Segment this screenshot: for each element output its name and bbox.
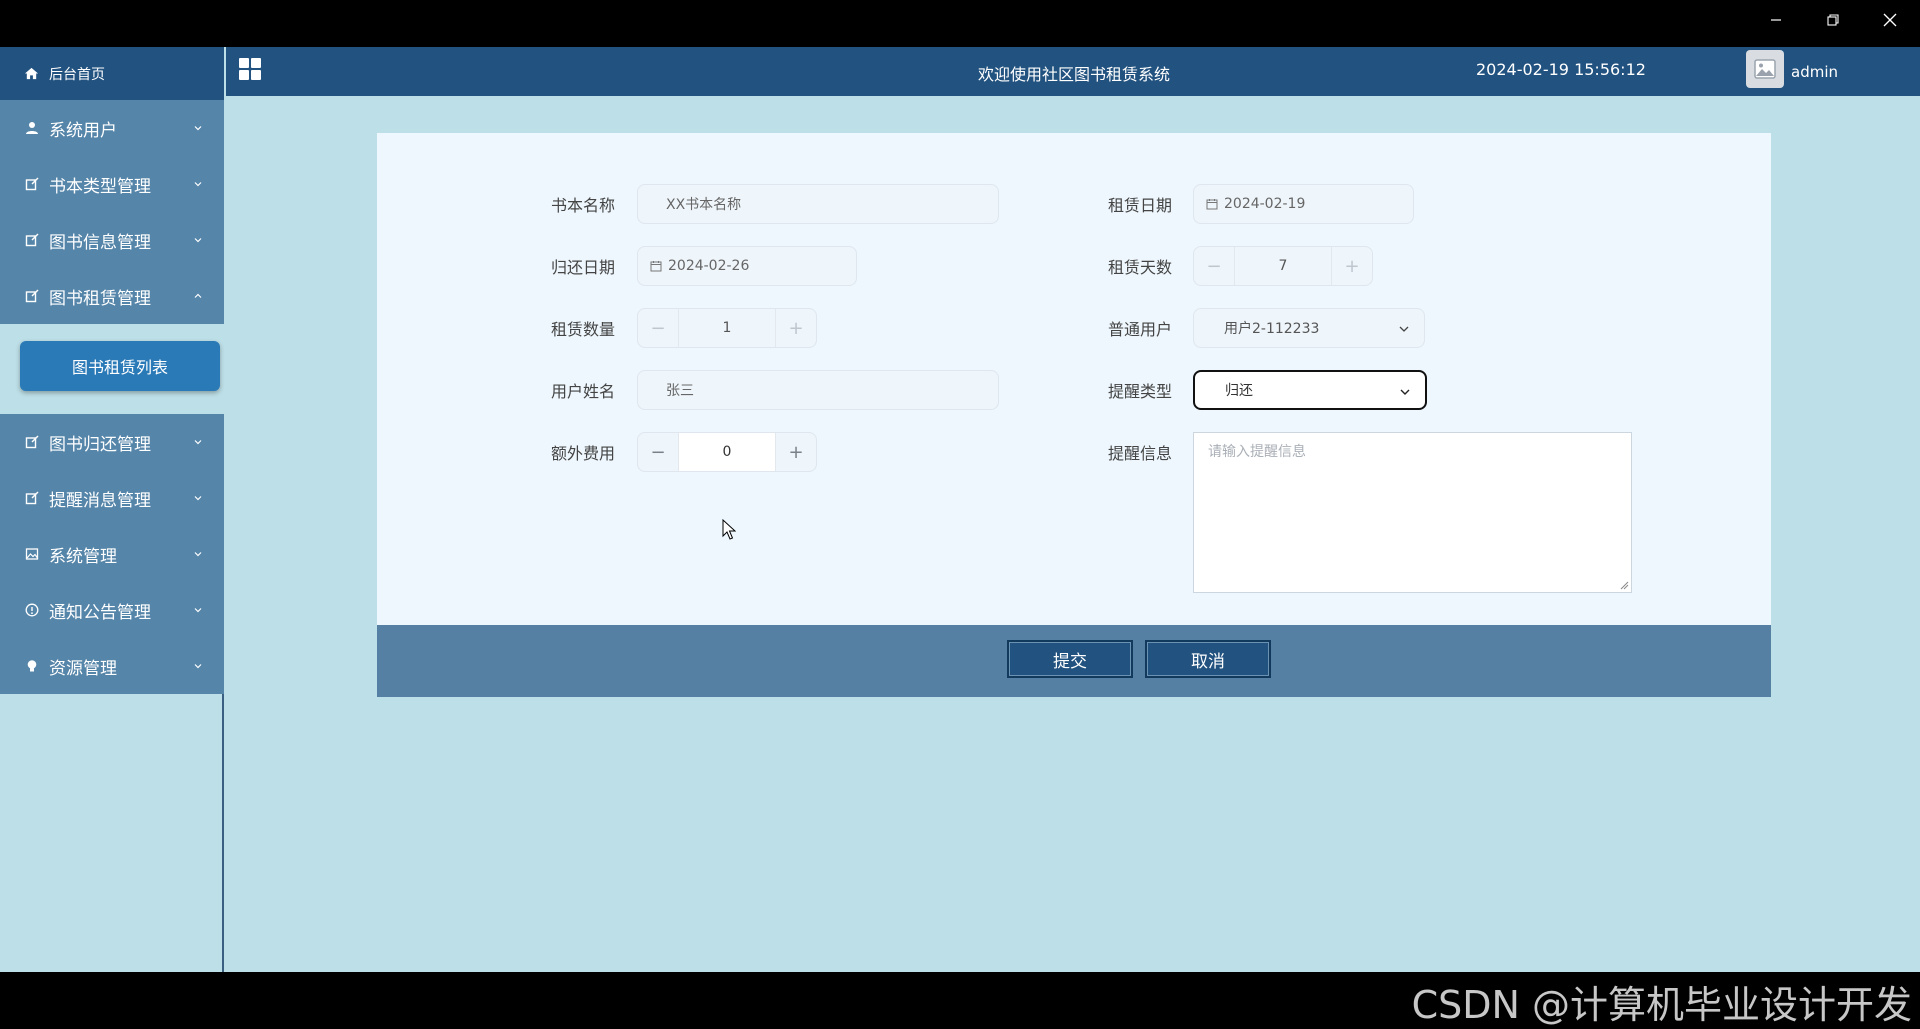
resize-handle-icon[interactable] [1619,580,1629,590]
edit-square-icon [24,232,40,248]
calendar-icon [1206,199,1218,210]
rent-date-label: 租赁日期 [1108,196,1173,215]
sidebar-home-label: 后台首页 [49,66,105,83]
rent-days-stepper[interactable]: − 7 + [1193,246,1373,286]
restore-icon[interactable] [1813,8,1853,32]
sidebar-item-book-type[interactable]: 书本类型管理 [0,156,224,212]
edit-square-icon [24,288,40,304]
return-date-value: 2024-02-26 [668,258,750,274]
chevron-down-icon [194,440,202,445]
page-title: 欢迎使用社区图书租赁系统 [978,65,1171,84]
return-date-label: 归还日期 [551,258,616,277]
rent-qty-value[interactable]: 1 [678,309,776,347]
rent-date-picker[interactable]: 2024-02-19 [1193,184,1414,224]
chevron-down-icon [194,182,202,187]
sidebar-item-label: 图书归还管理 [49,434,151,455]
normal-user-select[interactable]: 用户2-112233 [1193,308,1425,348]
rent-date-value: 2024-02-19 [1224,196,1306,212]
sidebar-item-label: 系统用户 [49,120,117,141]
remind-info-textarea[interactable]: 请输入提醒信息 [1193,432,1632,593]
user-name-label: 用户姓名 [551,382,616,401]
rent-days-label: 租赁天数 [1108,258,1173,277]
rent-qty-stepper[interactable]: − 1 + [637,308,817,348]
sidebar-subitem-rental-list[interactable]: 图书租赁列表 [20,341,220,391]
sidebar-item-label: 图书租赁管理 [49,288,151,309]
sidebar-item-label: 提醒消息管理 [49,490,151,511]
sidebar-item-label: 系统管理 [49,546,117,567]
sidebar-item-label: 图书信息管理 [49,232,151,253]
cancel-button[interactable]: 取消 [1145,640,1271,678]
submit-button[interactable]: 提交 [1007,640,1133,678]
remind-type-label: 提醒类型 [1108,382,1173,401]
rent-days-value[interactable]: 7 [1234,247,1332,285]
edit-square-icon [24,490,40,506]
top-header: 欢迎使用社区图书租赁系统 2024-02-19 15:56:12 admin [226,47,1920,96]
sidebar-item-reminders[interactable]: 提醒消息管理 [0,470,224,526]
sidebar-item-label: 资源管理 [49,658,117,679]
minimize-icon[interactable] [1756,8,1796,32]
chevron-down-icon [1400,389,1410,395]
sidebar-item-resources[interactable]: 资源管理 [0,638,224,694]
sidebar-item-system-users[interactable]: 系统用户 [0,100,224,156]
remind-info-label: 提醒信息 [1108,444,1173,463]
picture-icon [1754,59,1776,79]
book-name-label: 书本名称 [551,196,616,215]
normal-user-label: 普通用户 [1108,320,1173,339]
sidebar-menu: 系统用户 书本类型管理 图书信息管理 图书租赁管理 图书租赁列表 图书归还管理 … [0,100,224,694]
user-icon [24,120,40,136]
rent-qty-label: 租赁数量 [551,320,616,339]
return-date-picker[interactable]: 2024-02-26 [637,246,857,286]
decrement-button[interactable]: − [638,309,678,347]
increment-button[interactable]: + [1332,247,1372,285]
extra-fee-stepper[interactable]: − 0 + [637,432,817,472]
user-name-input[interactable]: 张三 [637,370,999,410]
calendar-icon [650,261,662,272]
remind-type-value: 归还 [1225,383,1253,399]
close-icon[interactable] [1870,8,1910,32]
bulb-icon [24,658,40,674]
chevron-down-icon [1399,326,1409,332]
chevron-down-icon [194,496,202,501]
picture-icon [24,546,40,562]
avatar[interactable] [1746,50,1784,88]
decrement-button[interactable]: − [638,433,678,471]
username[interactable]: admin [1791,63,1838,81]
book-name-input[interactable]: XX书本名称 [637,184,999,224]
home-icon [24,67,39,80]
normal-user-value: 用户2-112233 [1224,321,1320,337]
extra-fee-value[interactable]: 0 [678,433,776,471]
chevron-down-icon [194,238,202,243]
datetime-display: 2024-02-19 15:56:12 [1476,60,1646,79]
bottom-bar: CSDN @计算机毕业设计开发 [0,972,1920,1027]
extra-fee-label: 额外费用 [551,444,616,463]
sidebar-item-system-settings[interactable]: 系统管理 [0,526,224,582]
sidebar-item-book-rental[interactable]: 图书租赁管理 [0,268,224,324]
sidebar-home[interactable]: 后台首页 [0,47,224,100]
sidebar-item-book-info[interactable]: 图书信息管理 [0,212,224,268]
edit-square-icon [24,434,40,450]
edit-square-icon [24,176,40,192]
chevron-down-icon [194,552,202,557]
window-titlebar [0,0,1920,47]
remind-type-select[interactable]: 归还 [1193,370,1427,410]
chevron-down-icon [194,608,202,613]
submenu-area: 图书租赁列表 [0,324,224,414]
remind-info-placeholder: 请输入提醒信息 [1208,444,1306,460]
increment-button[interactable]: + [776,309,816,347]
grid-menu-icon[interactable] [238,57,262,81]
decrement-button[interactable]: − [1194,247,1234,285]
app-root: 后台首页 系统用户 书本类型管理 图书信息管理 图书租赁管理 图书租赁列表 图书… [0,47,1920,972]
chevron-down-icon [194,126,202,131]
increment-button[interactable]: + [776,433,816,471]
info-circle-icon [24,602,40,618]
sidebar-item-notices[interactable]: 通知公告管理 [0,582,224,638]
chevron-down-icon [194,664,202,669]
sidebar-item-label: 通知公告管理 [49,602,151,623]
chevron-up-icon [194,293,202,298]
mouse-cursor-icon [722,519,736,540]
sidebar-item-book-return[interactable]: 图书归还管理 [0,414,224,470]
sidebar-item-label: 书本类型管理 [49,176,151,197]
sidebar: 后台首页 系统用户 书本类型管理 图书信息管理 图书租赁管理 图书租赁列表 图书… [0,47,224,972]
